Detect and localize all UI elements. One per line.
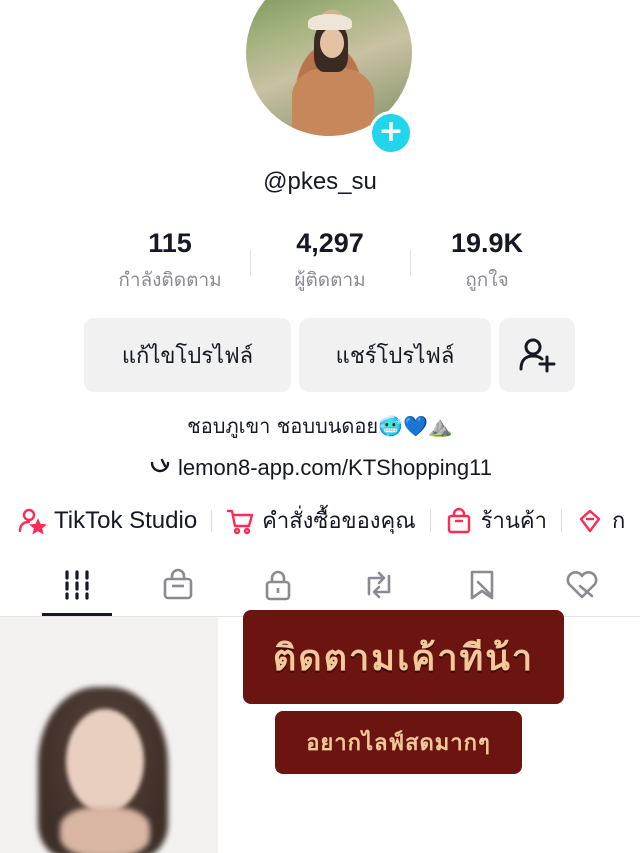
grid-icon (65, 570, 89, 600)
shortcut-orders[interactable]: คำสั่งซื้อของคุณ (226, 503, 416, 538)
shop-icon (163, 568, 193, 600)
edit-profile-label: แก้ไขโปรไฟล์ (121, 343, 254, 369)
stat-likes-label: ถูกใจ (465, 269, 509, 291)
edit-profile-button[interactable]: แก้ไขโปรไฟล์ (84, 318, 291, 392)
stat-following[interactable]: 115 กำลังติดตาม (90, 228, 250, 295)
username: @pkes_su (263, 168, 377, 195)
stat-likes-count: 19.9K (450, 228, 524, 258)
banner-live: อยากไลฟ์สดมากๆ (275, 711, 522, 774)
shortcut-tiktok-studio[interactable]: TikTok Studio (18, 507, 197, 535)
shortcut-orders-label: คำสั่งซื้อของคุณ (262, 509, 416, 534)
shop-bag-icon (445, 507, 473, 535)
add-avatar-plus-icon[interactable]: + (369, 111, 413, 155)
shortcut-shop[interactable]: ร้านค้า (445, 503, 547, 538)
profile-bio: ชอบภูเขา ชอบบนดอย🥶💙⛰️ (187, 414, 453, 438)
stat-following-label: กำลังติดตาม (118, 269, 222, 291)
stat-followers[interactable]: 4,297 ผู้ติดตาม (250, 228, 410, 295)
tab-reposts[interactable] (349, 560, 409, 610)
lock-icon (265, 570, 291, 601)
cart-icon (226, 507, 254, 535)
tab-liked[interactable] (552, 560, 612, 610)
shortcut-more[interactable]: ก (576, 503, 625, 538)
profile-link-text: lemon8-app.com/KTShopping11 (178, 455, 492, 480)
share-profile-button[interactable]: แชร์โปรไฟล์ (299, 318, 491, 392)
shortcut-tiktok-studio-label: TikTok Studio (54, 506, 198, 534)
profile-link[interactable]: lemon8-app.com/KTShopping11 (0, 455, 640, 481)
shortcut-divider (429, 509, 431, 532)
banner-follow: ติดตามเค้าทีน้า (243, 610, 564, 704)
favorites-icon (470, 570, 494, 600)
liked-icon (566, 571, 598, 599)
stat-followers-count: 4,297 (296, 228, 364, 258)
profile-tab-bar (0, 560, 640, 616)
tab-shop[interactable] (148, 560, 208, 610)
link-icon (150, 458, 170, 473)
stat-followers-label: ผู้ติดตาม (294, 269, 366, 291)
stat-following-count: 115 (148, 228, 192, 258)
stat-likes[interactable]: 19.9K ถูกใจ (407, 228, 567, 295)
shortcut-row: TikTok Studio คำสั่งซื้อของคุณ ร้านค้า ก (18, 503, 625, 538)
repost-icon (367, 571, 391, 599)
tab-favorites[interactable] (452, 560, 512, 610)
add-person-icon (519, 338, 556, 373)
add-friend-button[interactable] (499, 318, 575, 392)
shortcut-divider (560, 509, 562, 532)
shortcut-more-label: ก (611, 509, 626, 534)
shortcut-divider (211, 509, 213, 532)
tab-private[interactable] (248, 560, 308, 610)
gift-icon (576, 507, 604, 535)
share-profile-label: แชร์โปรไฟล์ (335, 343, 455, 369)
shortcut-shop-label: ร้านค้า (480, 509, 547, 534)
person-star-icon (18, 507, 46, 535)
video-thumbnail[interactable] (0, 617, 220, 853)
tab-videos[interactable] (47, 560, 107, 610)
